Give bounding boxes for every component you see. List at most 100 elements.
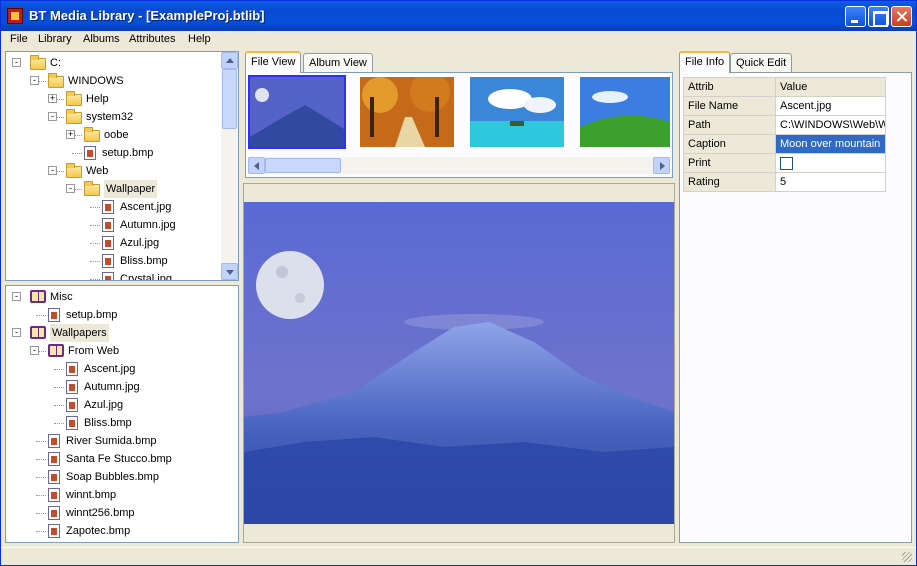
app-icon xyxy=(7,8,23,24)
window-title: BT Media Library - [ExampleProj.btlib] xyxy=(29,8,265,23)
print-checkbox[interactable] xyxy=(780,156,793,170)
image-file-icon xyxy=(102,272,114,280)
tree-connector xyxy=(36,477,46,478)
scroll-right-button[interactable] xyxy=(653,157,670,174)
album-tree-item-row[interactable]: Zapotec.bmp xyxy=(6,522,238,540)
menu-albums[interactable]: Albums xyxy=(83,33,120,45)
value-header: Value xyxy=(775,77,886,97)
image-file-icon xyxy=(102,236,114,250)
thumbnail-autumn-path[interactable] xyxy=(358,73,456,149)
album-tree-item-row[interactable]: Autumn.jpg xyxy=(6,378,238,396)
album-tree-item-row[interactable]: Santa Fe Stucco.bmp xyxy=(6,450,238,468)
attrib-file-name: File Name xyxy=(683,96,776,116)
tree-connector xyxy=(36,513,46,514)
folder-tree-item-row[interactable]: - system32 xyxy=(6,108,238,126)
album-tree-item-label: Ascent.jpg xyxy=(84,363,136,375)
album-tree-item-row[interactable]: - From Web xyxy=(6,342,238,360)
expand-icon[interactable]: + xyxy=(48,94,57,103)
close-button[interactable] xyxy=(891,6,912,27)
scroll-left-button[interactable] xyxy=(248,157,265,174)
scroll-thumb-horizontal[interactable] xyxy=(265,158,341,173)
resize-grip[interactable] xyxy=(902,552,912,562)
collapse-icon[interactable]: - xyxy=(12,58,21,67)
folder-tree-item-row[interactable]: - C: xyxy=(6,54,238,72)
collapse-icon[interactable]: - xyxy=(48,112,57,121)
collapse-icon[interactable]: - xyxy=(12,328,21,337)
attrib-print: Print xyxy=(683,153,776,173)
tab-file-view[interactable]: File View xyxy=(245,51,302,73)
folder-tree-item-row[interactable]: - WINDOWS xyxy=(6,72,238,90)
autumn-thumbnail-image xyxy=(360,73,454,147)
album-tree-item-row[interactable]: Azul.jpg xyxy=(6,396,238,414)
folder-tree-item-row[interactable]: + Help xyxy=(6,90,238,108)
tree-connector xyxy=(90,279,100,280)
tab-quick-edit[interactable]: Quick Edit xyxy=(730,53,793,73)
folder-tree-item-label: Ascent.jpg xyxy=(120,201,172,213)
collapse-icon[interactable]: - xyxy=(48,166,57,175)
album-tree-item-row[interactable]: River Sumida.bmp xyxy=(6,432,238,450)
value-caption[interactable]: Moon over mountain xyxy=(775,134,886,154)
folder-icon xyxy=(66,109,82,124)
image-file-icon xyxy=(102,254,114,268)
album-tree-item-label: Soap Bubbles.bmp xyxy=(66,471,159,483)
collapse-icon[interactable]: - xyxy=(66,184,75,193)
thumbnail-green-hill[interactable] xyxy=(578,75,672,149)
value-path[interactable]: C:\WINDOWS\Web\W xyxy=(775,115,886,135)
album-tree-item-row[interactable]: winnt256.bmp xyxy=(6,504,238,522)
folder-tree-item-label: oobe xyxy=(104,129,129,141)
album-tree-item-row[interactable]: - Misc xyxy=(6,288,238,306)
collapse-icon[interactable]: - xyxy=(30,76,39,85)
status-bar xyxy=(1,547,916,565)
album-tree[interactable]: - Misc setup.bmp - Wallpapers - From Web Ascent… xyxy=(5,285,239,543)
image-preview-panel xyxy=(243,183,675,543)
thumbnail-tropical-sea[interactable] xyxy=(468,75,566,149)
album-tree-item-row[interactable]: winnt.bmp xyxy=(6,486,238,504)
menu-file[interactable]: File xyxy=(10,33,28,45)
folder-tree-item-label: Crystal.jpg xyxy=(120,273,172,281)
value-rating[interactable]: 5 xyxy=(775,172,886,192)
value-file-name[interactable]: Ascent.jpg xyxy=(775,96,886,116)
thumbnail-mountain-moon[interactable] xyxy=(248,75,346,149)
menu-help[interactable]: Help xyxy=(188,33,211,45)
album-tree-item-row[interactable]: setup.bmp xyxy=(6,306,238,324)
album-tree-item-label: Zapotec.bmp xyxy=(66,525,131,537)
collapse-icon[interactable]: - xyxy=(30,346,39,355)
folder-tree-item-row[interactable]: + oobe xyxy=(6,126,238,144)
folder-tree-item-row[interactable]: setup.bmp xyxy=(6,144,238,162)
album-tree-item-row[interactable]: - Wallpapers xyxy=(6,324,238,342)
album-tree-item-label: Santa Fe Stucco.bmp xyxy=(66,453,172,465)
album-tree-item-row[interactable]: Bliss.bmp xyxy=(6,414,238,432)
tree-connector xyxy=(54,405,64,406)
title-bar[interactable]: BT Media Library - [ExampleProj.btlib] xyxy=(1,1,916,31)
album-tree-item-label: Azul.jpg xyxy=(84,399,124,411)
sea-thumbnail-image xyxy=(470,77,564,147)
tree-connector xyxy=(36,495,46,496)
tree-connector xyxy=(36,441,46,442)
folder-tree-item-row[interactable]: Ascent.jpg xyxy=(6,198,238,216)
image-file-icon xyxy=(48,470,60,484)
tab-file-info[interactable]: File Info xyxy=(679,51,731,73)
album-tree-item-row[interactable]: Soap Bubbles.bmp xyxy=(6,468,238,486)
folder-tree-item-row[interactable]: Crystal.jpg xyxy=(6,270,238,281)
menu-attributes[interactable]: Attributes xyxy=(129,33,175,45)
image-file-icon xyxy=(66,416,78,430)
expand-icon[interactable]: + xyxy=(66,130,75,139)
collapse-icon[interactable]: - xyxy=(12,292,21,301)
tab-album-view[interactable]: Album View xyxy=(303,53,373,73)
maximize-button[interactable] xyxy=(868,6,889,27)
folder-tree[interactable]: - C: - WINDOWS + Help - system32 + oobe setup.bmp -… xyxy=(5,51,239,281)
folder-tree-item-row[interactable]: - Wallpaper xyxy=(6,180,238,198)
folder-tree-item-label: Wallpaper xyxy=(104,180,158,198)
thumbnail-scrollbar[interactable] xyxy=(248,157,670,174)
menu-library[interactable]: Library xyxy=(38,33,72,45)
folder-tree-item-row[interactable]: Azul.jpg xyxy=(6,234,238,252)
folder-tree-item-row[interactable]: Bliss.bmp xyxy=(6,252,238,270)
album-tree-item-row[interactable]: Ascent.jpg xyxy=(6,360,238,378)
folder-tree-item-row[interactable]: - Web xyxy=(6,162,238,180)
image-file-icon xyxy=(102,218,114,232)
image-file-icon xyxy=(84,146,96,160)
folder-tree-item-row[interactable]: Autumn.jpg xyxy=(6,216,238,234)
value-print[interactable] xyxy=(775,153,886,173)
album-tree-item-label: Autumn.jpg xyxy=(84,381,140,393)
minimize-button[interactable] xyxy=(845,6,866,27)
